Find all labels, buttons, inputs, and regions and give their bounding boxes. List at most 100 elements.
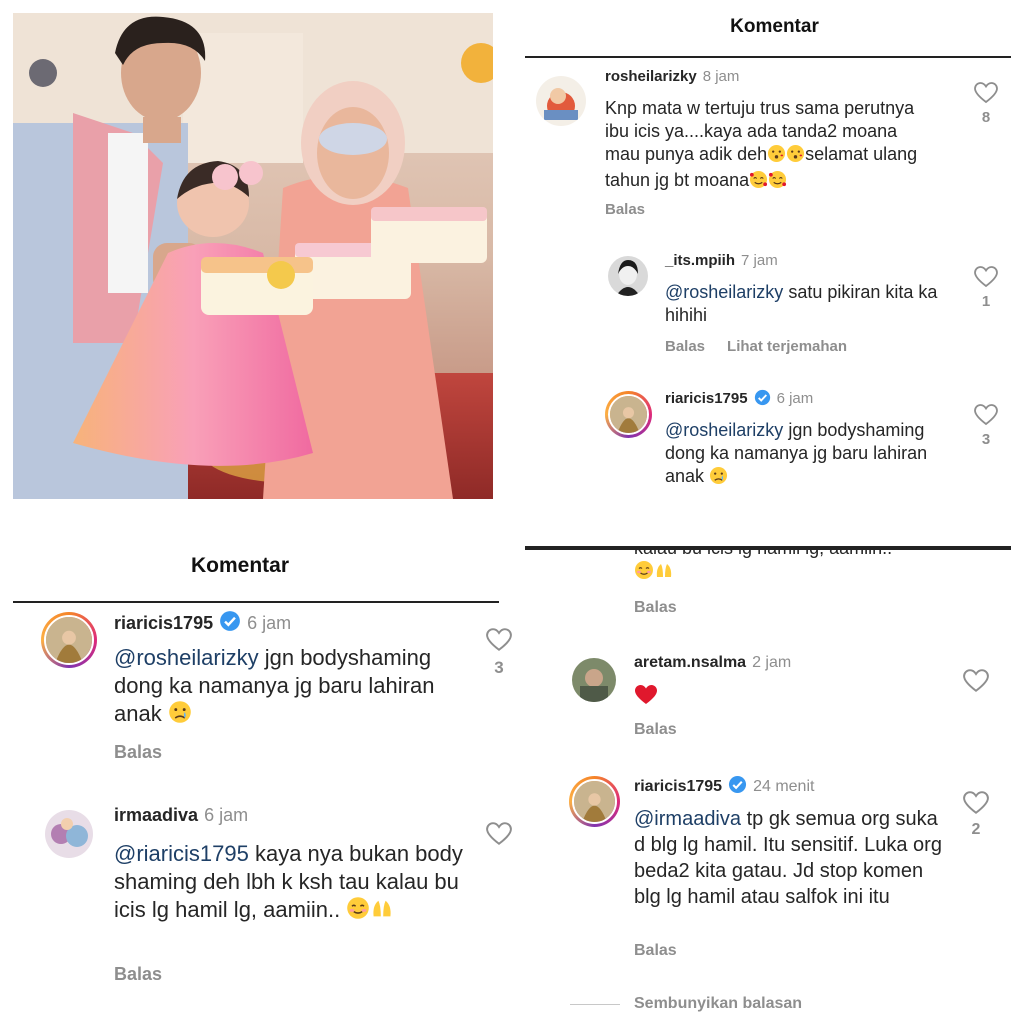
kissing-face-emoji (767, 144, 786, 169)
avatar-story-ring[interactable] (569, 776, 620, 827)
mention-link[interactable]: @rosheilarizky (665, 420, 783, 440)
comment-text: @rosheilarizky satu pikiran kita ka hihi… (665, 281, 950, 327)
comment-time: 6 jam (247, 613, 292, 633)
party-photo-illustration (13, 13, 493, 499)
like-count: 2 (971, 821, 981, 838)
comment-header: riaricis1795 6 jam (665, 389, 813, 410)
reply-button[interactable]: Balas (605, 201, 645, 218)
crying-face-emoji (168, 700, 192, 731)
heart-outline-icon (974, 82, 998, 104)
comment-text: @riaricis1795 kaya nya bukan body shamin… (114, 840, 480, 927)
avatar[interactable] (45, 810, 93, 858)
hide-replies-button[interactable]: Sembunyikan balasan (634, 995, 802, 1012)
like-button[interactable]: 2 (961, 791, 991, 839)
comment-actions: Balas Lihat terjemahan (665, 338, 847, 355)
see-translation-button[interactable]: Lihat terjemahan (727, 338, 847, 355)
like-count: 3 (981, 431, 991, 448)
hide-replies-line (570, 1004, 620, 1005)
comment-header: _its.mpiih 7 jam (665, 252, 778, 269)
heart-outline-icon (486, 822, 512, 845)
comment-text: @irmaadiva tp gk semua org suka d blg lg… (634, 806, 954, 910)
mention-link[interactable]: @irmaadiva (634, 808, 741, 830)
like-button[interactable] (484, 822, 512, 846)
username[interactable]: riaricis1795 (114, 613, 213, 633)
avatar[interactable] (608, 256, 648, 296)
comment-actions: Balas (634, 599, 677, 617)
smiling-hearts-emoji (768, 170, 787, 195)
comment-time: 6 jam (204, 805, 249, 825)
verified-badge-icon (219, 610, 241, 637)
smiling-hearts-emoji (749, 170, 768, 195)
like-button[interactable]: 1 (971, 266, 1001, 310)
username[interactable]: irmaadiva (114, 805, 198, 825)
header-divider (525, 56, 1011, 58)
heart-outline-icon (974, 266, 998, 288)
comment-time: 7 jam (741, 252, 778, 269)
post-photo (13, 13, 493, 499)
verified-badge-icon (728, 775, 747, 799)
like-count: 3 (494, 658, 504, 677)
comment-time: 2 jam (752, 654, 792, 671)
comment-actions: Balas (114, 964, 162, 985)
verified-badge-icon (754, 389, 771, 410)
comment-text: @rosheilarizky jgn bodyshaming dong ka n… (114, 644, 474, 731)
reply-button[interactable]: Balas (634, 721, 677, 738)
comment-header: riaricis1795 6 jam (114, 610, 291, 637)
comment-actions: Balas (605, 201, 645, 218)
comments-panel-bottom-right: kalau bu icis lg hamil lg, aamiin.. Bala… (524, 548, 1024, 1024)
panel-top-divider (525, 548, 1011, 550)
comment-actions: Balas (114, 742, 162, 763)
comment-header: riaricis1795 24 menit (634, 775, 814, 799)
comments-header-title: Komentar (190, 554, 290, 577)
comment-header: irmaadiva 6 jam (114, 805, 248, 826)
comment-actions: Balas (634, 721, 677, 739)
comment-header: aretam.nsalma 2 jam (634, 654, 791, 672)
like-count: 1 (981, 293, 991, 310)
kissing-face-emoji (786, 144, 805, 169)
avatar-story-ring[interactable] (605, 391, 652, 438)
reply-button[interactable]: Balas (634, 942, 677, 959)
avatar[interactable] (536, 76, 586, 126)
blushing-face-emoji (634, 560, 654, 586)
username[interactable]: riaricis1795 (665, 390, 748, 407)
like-button[interactable]: 3 (484, 628, 512, 678)
comment-time: 8 jam (702, 68, 740, 85)
reply-button[interactable]: Balas (114, 964, 162, 984)
red-heart-emoji (634, 684, 658, 712)
mention-link[interactable]: @rosheilarizky (665, 282, 783, 302)
username[interactable]: _its.mpiih (665, 252, 735, 269)
comment-actions: Balas (634, 942, 677, 960)
heart-outline-icon (486, 628, 512, 651)
comment-header: rosheilarizky 8 jam (605, 68, 739, 85)
hide-replies: Sembunyikan balasan (634, 995, 802, 1013)
folded-hands-emoji (370, 896, 394, 927)
username[interactable]: aretam.nsalma (634, 654, 746, 671)
username[interactable]: riaricis1795 (634, 778, 722, 795)
reply-button[interactable]: Balas (634, 599, 677, 616)
avatar[interactable] (572, 658, 616, 702)
heart-outline-icon (963, 791, 989, 814)
comment-text (634, 684, 658, 712)
header-divider (13, 601, 499, 603)
blushing-face-emoji (346, 896, 370, 927)
reply-button[interactable]: Balas (665, 338, 705, 355)
comment-text: Knp mata w tertuju trus sama perutnya ib… (605, 97, 935, 195)
comments-panel-bottom-left: Komentar riaricis1795 6 jam @rosheilarizk… (0, 548, 512, 1024)
comment-text-cut: kalau bu icis lg hamil lg, aamiin.. (634, 548, 974, 586)
crying-face-emoji (709, 466, 728, 491)
comment-text: @rosheilarizky jgn bodyshaming dong ka n… (665, 419, 965, 491)
heart-outline-icon (974, 404, 998, 426)
like-button[interactable]: 3 (971, 404, 1001, 448)
like-button[interactable] (961, 669, 991, 693)
reply-button[interactable]: Balas (114, 742, 162, 762)
heart-outline-icon (963, 669, 989, 692)
like-count: 8 (981, 109, 991, 126)
like-button[interactable]: 8 (971, 82, 1001, 126)
folded-hands-emoji (654, 560, 674, 586)
comment-time: 24 menit (753, 778, 815, 795)
username[interactable]: rosheilarizky (605, 68, 697, 85)
mention-link[interactable]: @riaricis1795 (114, 841, 249, 866)
mention-link[interactable]: @rosheilarizky (114, 645, 259, 670)
comments-panel-top: Komentar rosheilarizky 8 jam Knp mata w t… (525, 0, 1024, 548)
avatar-story-ring[interactable] (41, 612, 97, 668)
